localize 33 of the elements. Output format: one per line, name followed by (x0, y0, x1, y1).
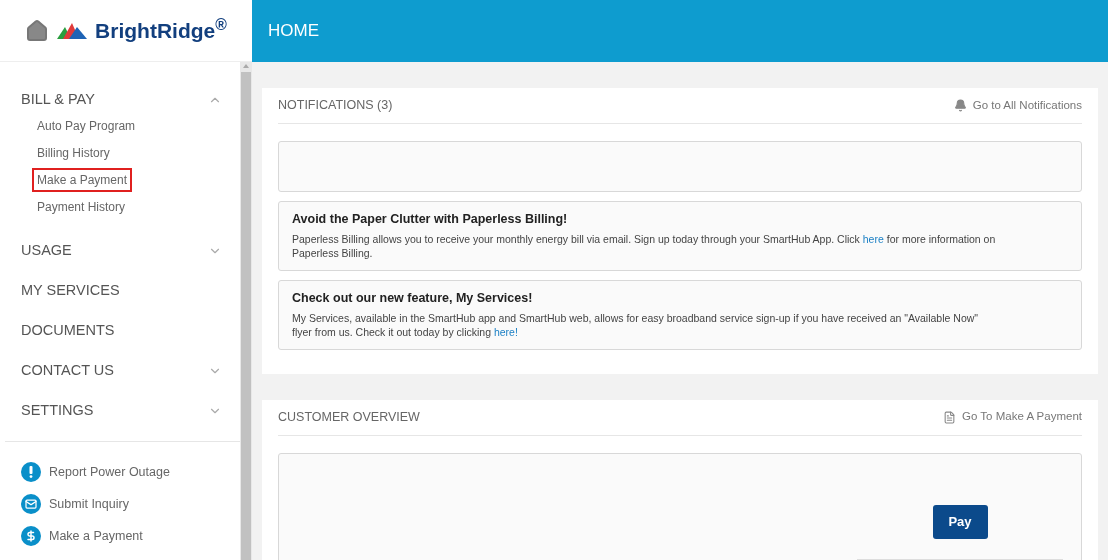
page-title: HOME (268, 20, 319, 43)
card-title: CUSTOMER OVERVIEW (278, 408, 420, 426)
notification-text: Paperless Billing allows you to receive your monthly energy bill via email. Sign up today through your SmartHub App. Click here for more information on Paperless Billing. (292, 231, 997, 260)
card-action-link[interactable]: Go to All Notifications (953, 96, 1082, 115)
notification-text: My Services, available in the SmartHub app and SmartHub web, allows for easy broadband service sign-up if you have received an "Available Now" flyer from us. Check it out today by clicking here! (292, 310, 980, 339)
nav-item[interactable]: MY SERVICES (21, 280, 120, 302)
document-icon (943, 410, 957, 424)
quick-link[interactable]: Make a Payment (49, 526, 143, 546)
scrollbar[interactable] (240, 62, 252, 560)
home-icon[interactable] (25, 18, 50, 43)
here-link[interactable]: here (862, 232, 884, 245)
sub-nav-item[interactable]: Auto Pay Program (32, 114, 141, 138)
quick-link[interactable]: Submit Inquiry (49, 494, 129, 514)
sub-nav-item[interactable]: Make a Payment (32, 168, 133, 192)
bell-icon (953, 99, 967, 112)
nav-item[interactable]: DOCUMENTS (21, 320, 115, 342)
mail-icon (21, 494, 41, 514)
brand-name: BrightRidge$^{®}$ (95, 14, 227, 44)
notification-title: Check out our new feature, My Services! (292, 289, 534, 307)
nav-item[interactable]: CONTACT US (21, 360, 114, 382)
quick-link[interactable]: Report Power Outage (49, 462, 170, 482)
dollar-icon (21, 526, 41, 546)
card-action-link[interactable]: Go To Make A Payment (943, 408, 1082, 426)
sub-nav-item[interactable]: Payment History (32, 195, 131, 219)
card-title: NOTIFICATIONS (3) (278, 97, 393, 115)
sub-nav-item[interactable]: Billing History (32, 141, 115, 165)
nav-item[interactable]: SETTINGS (21, 400, 94, 422)
nav-item[interactable]: USAGE (21, 240, 72, 262)
here-link[interactable]: here! (493, 325, 518, 338)
notification-title: Avoid the Paper Clutter with Paperless Billing! (292, 211, 569, 228)
nav-item[interactable]: BILL & PAY (21, 89, 95, 111)
alert-icon (21, 462, 41, 482)
pay-button[interactable]: Pay (932, 504, 988, 539)
